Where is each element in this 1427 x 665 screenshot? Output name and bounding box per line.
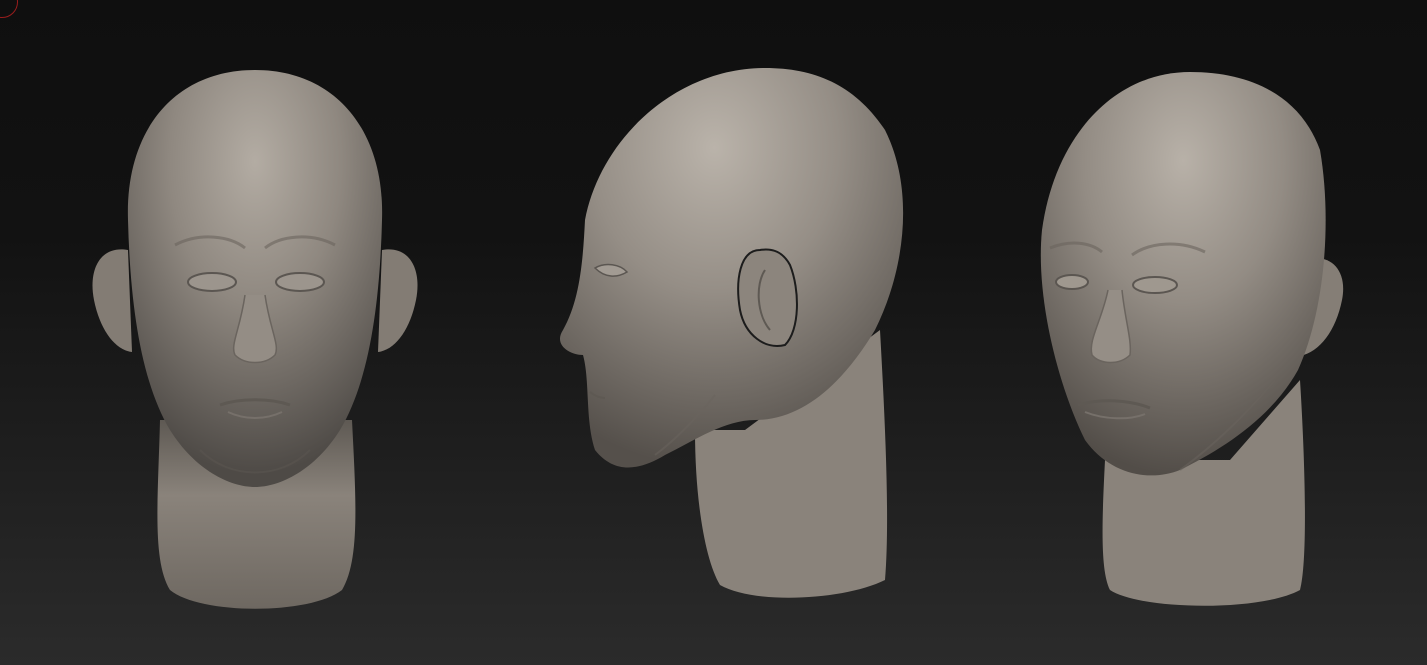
right-eye [1132, 276, 1178, 294]
left-eye [1055, 274, 1089, 290]
head-model-front[interactable] [80, 0, 430, 665]
3d-viewport[interactable] [0, 0, 1427, 665]
rotation-circle-icon[interactable] [0, 0, 18, 18]
head-model-side[interactable] [545, 0, 915, 665]
right-eye [275, 272, 325, 292]
left-eye [187, 272, 237, 292]
right-ear [378, 249, 418, 352]
head-model-three-quarter[interactable] [1030, 0, 1360, 665]
left-ear [92, 249, 132, 352]
